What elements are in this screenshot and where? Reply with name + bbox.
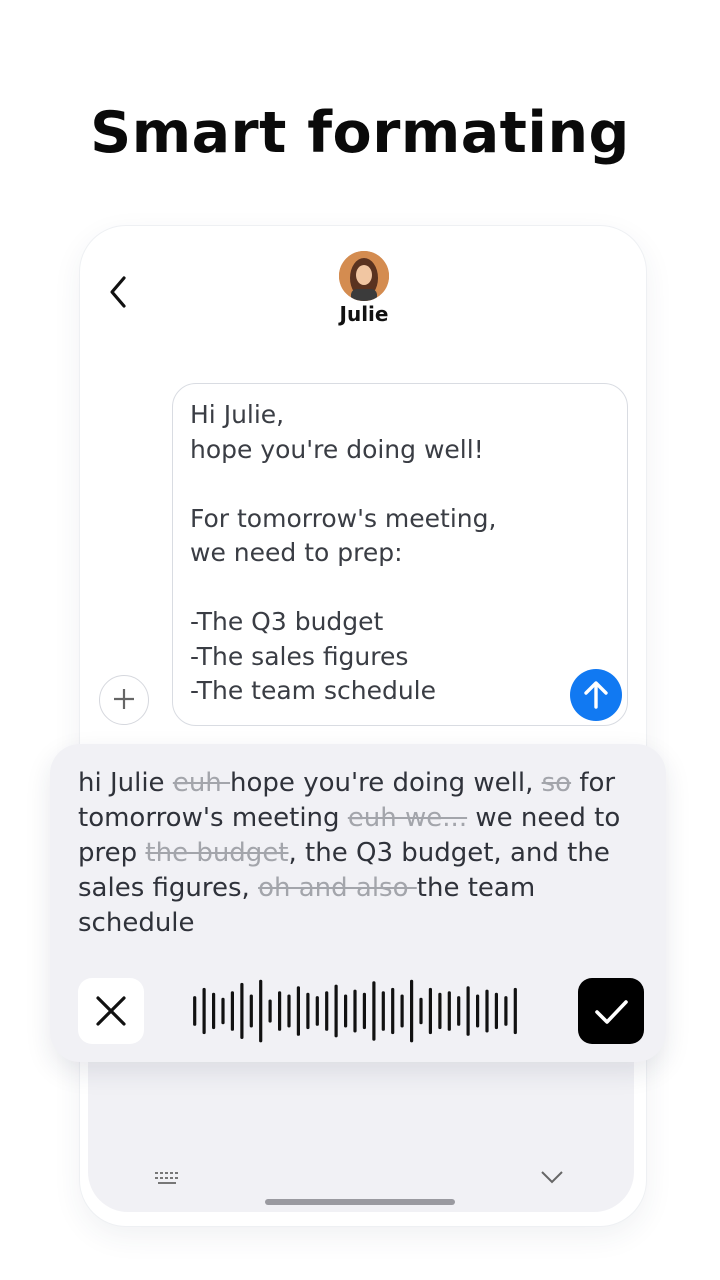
home-indicator — [265, 1199, 455, 1205]
attach-button[interactable] — [99, 675, 149, 725]
waveform-bar — [381, 991, 385, 1031]
back-button[interactable] — [100, 272, 136, 312]
removed-filler-word: oh and also — [258, 873, 417, 903]
waveform-bar — [344, 994, 348, 1028]
waveform-bar — [494, 992, 498, 1030]
waveform-bar — [325, 991, 329, 1031]
waveform-bar — [221, 997, 225, 1025]
waveform-bar — [419, 997, 423, 1025]
waveform-bar — [230, 991, 234, 1031]
waveform-bar — [485, 989, 489, 1033]
removed-filler-word: the budget — [145, 838, 289, 868]
removed-filler-word: euh — [172, 768, 231, 798]
plus-icon — [114, 689, 134, 709]
message-input[interactable]: Hi Julie, hope you're doing well! For to… — [172, 383, 628, 726]
chevron-down-icon[interactable] — [538, 1163, 566, 1191]
transcript-segment: hi Julie — [78, 768, 173, 798]
waveform-bar — [476, 994, 480, 1028]
headline: Smart formating — [90, 100, 630, 166]
close-icon — [96, 996, 126, 1026]
waveform-bar — [400, 994, 404, 1028]
waveform-bar — [315, 996, 319, 1026]
waveform-bar — [268, 999, 272, 1023]
chevron-left-icon — [110, 276, 126, 308]
waveform-bar — [457, 996, 461, 1026]
keyboard-icon[interactable] — [154, 1170, 182, 1188]
cancel-button[interactable] — [78, 978, 144, 1044]
waveform-bar — [249, 994, 253, 1028]
arrow-up-icon — [584, 681, 608, 709]
waveform-bar — [438, 992, 442, 1030]
removed-filler-word: euh we... — [347, 803, 468, 833]
waveform-bar — [193, 996, 197, 1026]
avatar[interactable] — [339, 251, 389, 301]
waveform-bar — [334, 984, 338, 1038]
waveform-bar — [410, 979, 414, 1043]
send-button[interactable] — [570, 669, 622, 721]
waveform-bar — [391, 987, 395, 1035]
contact-name: Julie — [339, 302, 389, 326]
waveform-bar — [278, 991, 282, 1031]
waveform-bar — [362, 992, 366, 1030]
transcript-text: hi Julie euh hope you're doing well, so … — [78, 766, 638, 941]
waveform-bar — [353, 989, 357, 1033]
waveform-bar — [372, 981, 376, 1041]
waveform-bar — [287, 994, 291, 1028]
dictation-panel: hi Julie euh hope you're doing well, so … — [50, 744, 666, 1062]
confirm-button[interactable] — [578, 978, 644, 1044]
waveform-bar — [513, 987, 517, 1035]
waveform — [193, 979, 517, 1043]
waveform-bar — [447, 991, 451, 1031]
waveform-bar — [212, 992, 216, 1030]
waveform-bar — [202, 987, 206, 1035]
waveform-bar — [428, 987, 432, 1035]
check-icon — [595, 1000, 628, 1024]
waveform-bar — [306, 992, 310, 1030]
transcript-segment: hope you're doing well, — [230, 768, 542, 798]
waveform-bar — [240, 982, 244, 1039]
waveform-bar — [466, 986, 470, 1036]
waveform-bar — [504, 996, 508, 1026]
removed-filler-word: so — [541, 768, 572, 798]
message-text[interactable]: Hi Julie, hope you're doing well! For to… — [190, 398, 570, 709]
waveform-bar — [296, 986, 300, 1036]
waveform-bar — [259, 979, 263, 1043]
avatar-photo-icon — [339, 251, 389, 301]
